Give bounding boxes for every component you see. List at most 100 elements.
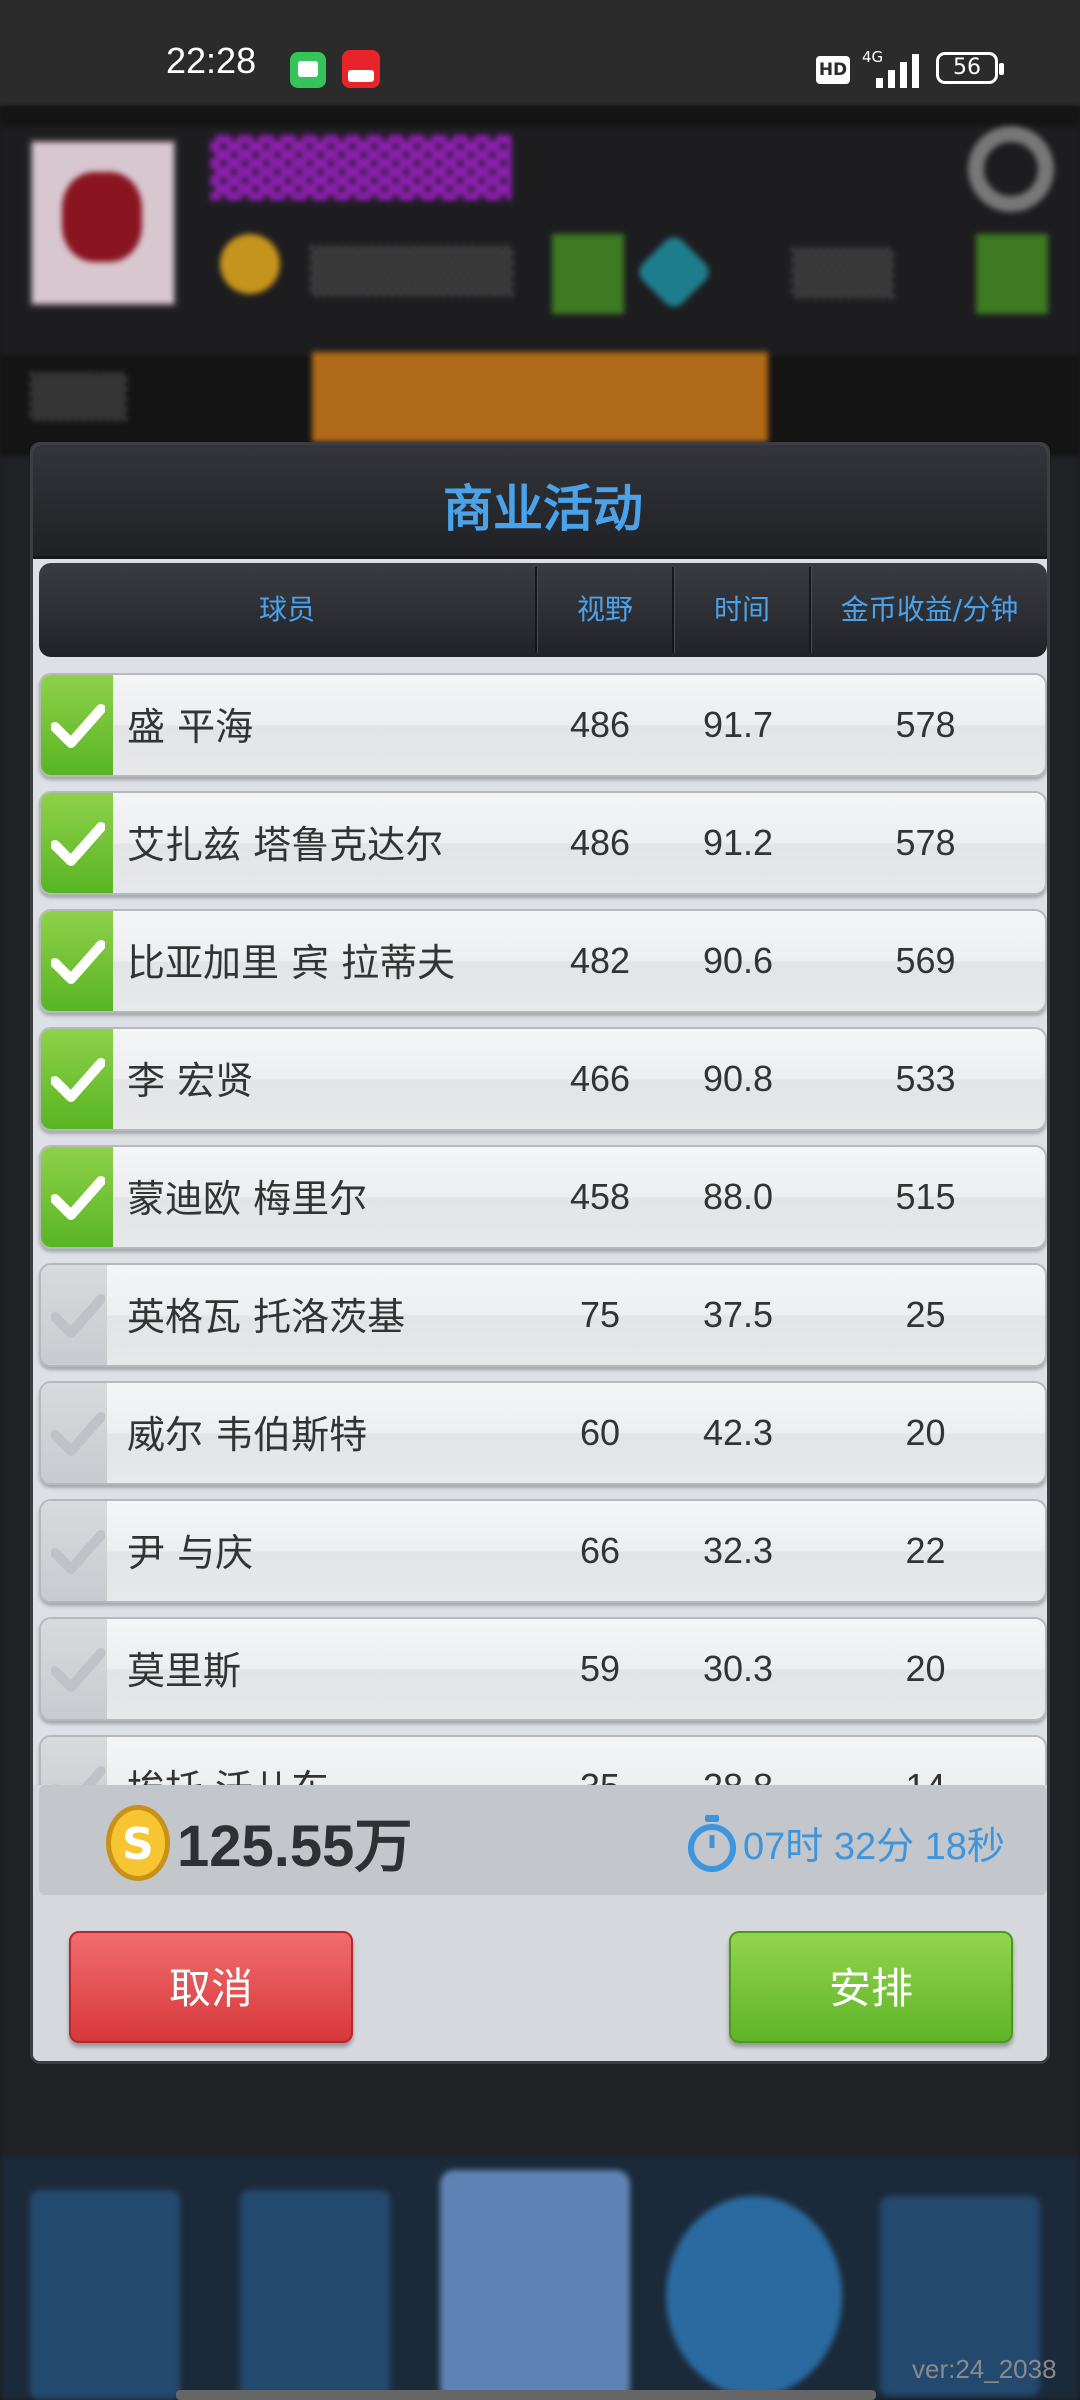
table-header: 球员 视野 时间 金币收益/分钟: [39, 563, 1047, 657]
status-bar: 22:28 HD 4G 56: [0, 0, 1080, 106]
player-row[interactable]: 威尔 韦伯斯特 60 42.3 20: [39, 1381, 1047, 1485]
gem-balance-blurred: ▒▒▒: [792, 248, 894, 299]
checkmark-icon: [51, 704, 105, 748]
player-row[interactable]: 英格瓦 托洛茨基 75 37.5 25: [39, 1263, 1047, 1367]
player-time: 28.8: [671, 1737, 805, 1785]
checkmark-icon: [51, 1530, 105, 1574]
player-vision: 486: [569, 822, 631, 863]
player-income: 569: [895, 940, 956, 981]
checkmark-icon: [51, 1176, 105, 1220]
checkmark-icon: [51, 1294, 105, 1338]
checkmark-icon: [51, 1058, 105, 1102]
arrange-button[interactable]: 安排: [729, 1931, 1013, 2043]
checkbox-unchecked[interactable]: [41, 1265, 107, 1365]
player-name: 英格瓦 托洛茨基: [127, 1295, 406, 1339]
nav-star-icon: [30, 2190, 180, 2400]
player-time: 32.3: [702, 1530, 774, 1571]
player-income: 578: [895, 822, 956, 863]
player-time: 30.3: [702, 1648, 774, 1689]
player-income: 533: [895, 1058, 956, 1099]
checkbox-checked[interactable]: [41, 911, 113, 1011]
player-name: 盛 平海: [127, 705, 254, 749]
checkmark-icon: [52, 1766, 105, 1785]
total-income-value: 125.55万: [177, 1814, 413, 1879]
player-vision: 466: [569, 1058, 631, 1099]
nav-finance-icon: [240, 2190, 390, 2400]
battery-icon: 56: [936, 52, 1004, 84]
player-income: 14: [808, 1737, 1043, 1785]
nav-chat-icon: [666, 2196, 842, 2396]
player-vision: 486: [569, 704, 631, 745]
player-row[interactable]: 比亚加里 宾 拉蒂夫 482 90.6 569: [39, 909, 1047, 1013]
team-name-blurred: ▓▓▓▓▓▓▓: [210, 136, 512, 201]
player-time: 90.6: [702, 940, 774, 981]
player-income: 20: [905, 1412, 946, 1453]
checkmark-icon: [51, 940, 105, 984]
player-vision: 60: [579, 1412, 621, 1453]
player-name: 威尔 韦伯斯特: [127, 1413, 368, 1457]
cancel-button[interactable]: 取消: [69, 1931, 353, 2043]
duration-value: 07时 32分 18秒: [743, 1826, 1005, 1868]
player-time: 37.5: [702, 1294, 774, 1335]
add-coins-button: [552, 234, 624, 314]
messages-app-icon: [290, 52, 326, 88]
player-vision: 59: [579, 1648, 621, 1689]
team-logo: [28, 138, 178, 308]
stopwatch-icon: [688, 1815, 736, 1872]
player-income: 515: [895, 1176, 956, 1217]
player-income: 20: [905, 1648, 946, 1689]
checkbox-unchecked[interactable]: [41, 1737, 107, 1785]
player-time: 91.2: [702, 822, 774, 863]
player-time: 42.3: [702, 1412, 774, 1453]
player-row[interactable]: 蒙迪欧 梅里尔 458 88.0 515: [39, 1145, 1047, 1249]
checkbox-unchecked[interactable]: [41, 1501, 107, 1601]
player-name: 李 宏贤: [127, 1059, 254, 1103]
column-header-income: 金币收益/分钟: [840, 593, 1019, 626]
dialog-footer: S 125.55万 07时 32分 18秒 取消 安排: [33, 1785, 1047, 2061]
status-time: 22:28: [166, 40, 257, 81]
checkbox-checked[interactable]: [41, 793, 113, 893]
checkmark-icon: [51, 1412, 105, 1456]
player-list[interactable]: 盛 平海 486 91.7 578 艾扎兹 塔鲁克达尔 486 91.2 578 比亚加里 宾 …: [33, 667, 1047, 1785]
checkbox-checked[interactable]: [41, 1029, 113, 1129]
player-row[interactable]: 莫里斯 59 30.3 20: [39, 1617, 1047, 1721]
svg-text:S: S: [122, 1819, 154, 1870]
player-row[interactable]: 盛 平海 486 91.7 578: [39, 673, 1047, 777]
player-income: 25: [905, 1294, 946, 1335]
column-header-time: 时间: [713, 593, 770, 626]
player-row[interactable]: 艾扎兹 塔鲁克达尔 486 91.2 578: [39, 791, 1047, 895]
checkbox-unchecked[interactable]: [41, 1619, 107, 1719]
business-activity-dialog: 商业活动 球员 视野 时间 金币收益/分钟 盛 平海 486 91.7 578 艾扎兹 …: [30, 442, 1050, 2064]
column-header-player: 球员: [258, 593, 315, 626]
checkbox-checked[interactable]: [41, 1147, 113, 1247]
coin-balance-blurred: ▒▒▒▒▒▒: [310, 246, 514, 297]
background-tab: [312, 352, 768, 442]
checkbox-unchecked[interactable]: [41, 1383, 107, 1483]
background-tab-label: ▒▒▒: [30, 372, 127, 421]
gold-coin-icon: S: [106, 1805, 170, 1881]
player-name: 比亚加里 宾 拉蒂夫: [127, 941, 456, 985]
home-indicator[interactable]: [176, 2390, 876, 2400]
settings-gear-icon: [968, 126, 1054, 212]
player-time: 88.0: [702, 1176, 774, 1217]
player-row[interactable]: 尹 与庆 66 32.3 22: [39, 1499, 1047, 1603]
player-vision: 75: [579, 1294, 621, 1335]
income-summary: S 125.55万 07时 32分 18秒: [39, 1785, 1047, 1895]
player-vision: 35: [533, 1737, 667, 1785]
player-vision: 66: [579, 1530, 621, 1571]
coin-icon: [220, 234, 280, 294]
player-name: 莫里斯: [127, 1649, 242, 1693]
player-income: 22: [905, 1530, 946, 1571]
signal-icon: 4G: [862, 48, 924, 88]
column-header-vision: 视野: [576, 593, 633, 626]
hd-indicator: HD: [816, 56, 850, 84]
player-row[interactable]: 埃托 沃儿东 3528.814: [39, 1735, 1047, 1785]
player-time: 91.7: [702, 704, 774, 745]
player-vision: 482: [569, 940, 631, 981]
player-row[interactable]: 李 宏贤 466 90.8 533: [39, 1027, 1047, 1131]
player-name: 蒙迪欧 梅里尔: [127, 1177, 368, 1221]
version-label: ver:24_2038: [912, 2354, 1057, 2384]
dialog-titlebar: 商业活动: [33, 445, 1047, 559]
player-name: 尹 与庆: [127, 1531, 254, 1575]
checkbox-checked[interactable]: [41, 675, 113, 775]
